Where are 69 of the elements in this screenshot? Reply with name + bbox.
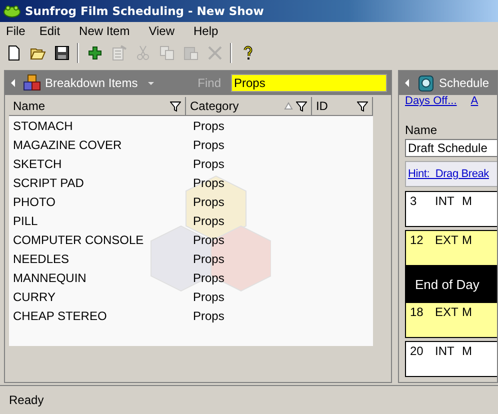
table-cell-text: STOMACH: [12, 118, 74, 132]
find-label: Find: [198, 76, 221, 90]
table-cell-text: Props: [192, 138, 226, 152]
frog-icon: [3, 4, 21, 18]
scene-number: 12: [409, 233, 424, 247]
link[interactable]: Days Off...: [405, 95, 457, 111]
menu-item[interactable]: New Item: [74, 24, 135, 38]
scene-setting: EXT: [435, 233, 460, 247]
table-cell-text: Props: [192, 176, 226, 190]
table-cell-text: PHOTO: [12, 194, 56, 208]
table-cell-text: COMPUTER CONSOLE: [12, 232, 145, 246]
status-text: Ready: [9, 393, 44, 407]
filter-icon[interactable]: [357, 100, 368, 112]
filter-icon[interactable]: [296, 100, 307, 112]
scene-setting: INT: [435, 344, 456, 358]
scene-strip[interactable]: 18 EXT M: [405, 302, 497, 338]
column-label: Name: [13, 99, 46, 113]
name-field[interactable]: Draft Schedule: [405, 139, 497, 157]
link[interactable]: A: [470, 95, 478, 111]
column-header[interactable]: Category: [186, 97, 312, 115]
menu-item[interactable]: Help: [188, 24, 224, 38]
table-cell-text: CURRY: [12, 290, 56, 304]
hint-link[interactable]: Hint: Drag Break: [408, 168, 489, 180]
table-cell-text: Props: [192, 214, 226, 228]
strip-cell: M: [462, 305, 472, 319]
scene-number: 18: [409, 305, 424, 319]
table-cell-text: Props: [192, 308, 226, 322]
name-label: Name: [405, 123, 438, 137]
scene-number: 3: [409, 194, 418, 208]
scene-setting: EXT: [435, 305, 460, 319]
panel-title[interactable]: Breakdown Items: [45, 76, 138, 90]
strip-cell: M: [462, 194, 472, 208]
strip-cell: M: [462, 233, 472, 247]
table-cell-text: SCRIPT PAD: [12, 176, 85, 190]
column-header[interactable]: ID: [312, 97, 374, 115]
table-cell-text: Props: [192, 118, 226, 132]
table-cell-text: MANNEQUIN: [12, 270, 88, 284]
column-label: Category: [190, 99, 239, 113]
dropdown-arrow-icon[interactable]: [148, 82, 154, 84]
day-break-label: End of Day: [415, 276, 480, 292]
table-cell-text: Props: [192, 156, 226, 170]
table-cell-text: CHEAP STEREO: [12, 308, 108, 322]
scene-strip[interactable]: 12 EXT M: [405, 230, 497, 266]
menu-item[interactable]: View: [144, 24, 180, 38]
menu-item[interactable]: Edit: [34, 24, 66, 38]
table-cell-text: PILL: [12, 214, 39, 228]
column-header[interactable]: Name: [9, 97, 186, 115]
scene-strip[interactable]: 20 INT M: [405, 341, 497, 377]
collapse-arrow-icon[interactable]: [11, 79, 15, 87]
day-break-strip[interactable]: End of Day: [405, 266, 497, 302]
table-cell-text: SKETCH: [12, 156, 63, 170]
scene-number: 20: [409, 344, 424, 358]
find-field[interactable]: Props: [231, 74, 387, 92]
table-cell-text: Props: [192, 232, 226, 246]
table-cell-text: Props: [192, 194, 226, 208]
column-label: ID: [316, 99, 328, 113]
strip-cell: M: [462, 344, 472, 358]
blocks-icon: [23, 74, 41, 92]
table-cell-text: Props: [192, 290, 226, 304]
table-cell-text: MAGAZINE COVER: [12, 138, 123, 152]
scene-strip[interactable]: 3 INT M: [405, 191, 497, 227]
filter-icon[interactable]: [170, 100, 182, 112]
collapse-arrow-icon[interactable]: [405, 79, 409, 87]
table-cell-text: Props: [192, 270, 226, 284]
table-cell-text: NEEDLES: [12, 252, 70, 266]
window-title: Sunfrog Film Scheduling - New Show: [25, 4, 264, 18]
table-cell-text: Props: [192, 252, 226, 266]
menu-item[interactable]: File: [1, 24, 30, 38]
scene-setting: INT: [435, 194, 456, 208]
